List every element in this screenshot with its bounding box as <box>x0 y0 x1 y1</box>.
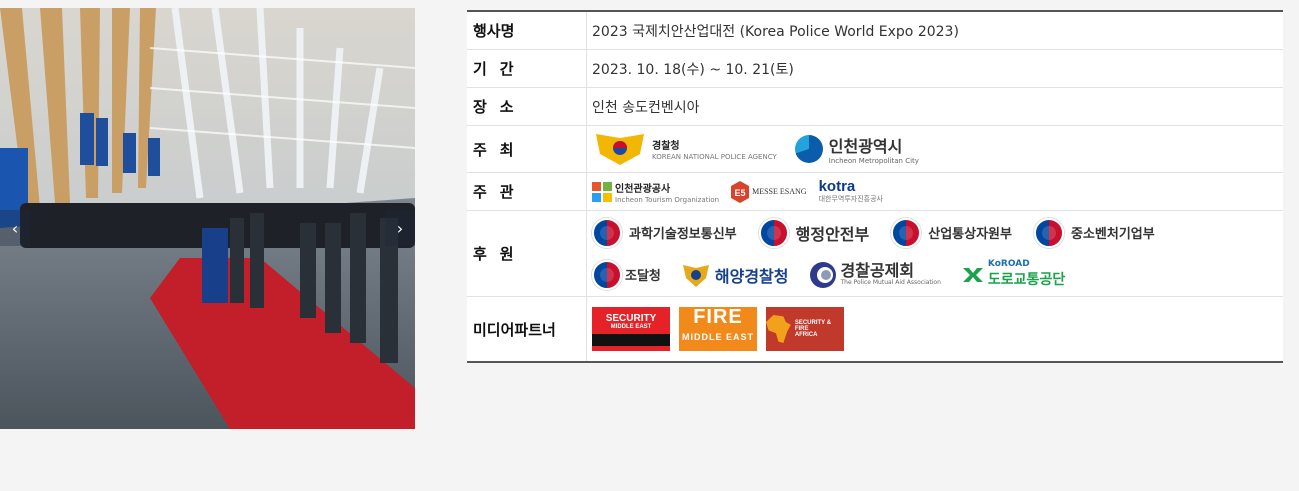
label-sponsor: 후원 <box>467 211 587 296</box>
ito-mark-icon <box>592 181 612 202</box>
chevron-left-icon: ‹ <box>11 218 19 238</box>
value-event-name: 2023 국제치안산업대전 (Korea Police World Expo 2… <box>592 23 959 40</box>
row-venue: 장소 인천 송도컨벤시아 <box>467 88 1283 126</box>
security-me-sub: MIDDLE EAST <box>610 323 652 330</box>
fire-me-sub: MIDDLE EAST <box>681 332 754 342</box>
police-name: 경찰청 <box>652 141 680 152</box>
kotra-sub: 대한무역투자진흥공사 <box>818 194 883 203</box>
row-host: 주최 경찰청 KOREAN NATIONAL POLICE AGENCY 인천광… <box>467 126 1283 173</box>
host-logos: 경찰청 KOREAN NATIONAL POLICE AGENCY 인천광역시 … <box>587 126 1283 172</box>
police-badge-icon <box>596 134 644 165</box>
government-emblem-icon <box>1033 217 1064 248</box>
ito-name: 인천관광공사 <box>615 183 671 195</box>
motie-name: 산업통상자원부 <box>928 227 1012 242</box>
kotra-logo: kotra 대한무역투자진흥공사 <box>818 177 883 204</box>
koroad-logo: KoROAD 도로교통공단 <box>961 260 1065 289</box>
pma-sub: The Police Mutual Aid Association <box>840 279 941 286</box>
mss-name: 중소벤처기업부 <box>1070 227 1155 242</box>
pma-name: 경찰공제회 <box>840 261 915 280</box>
row-sponsor: 후원 과학기술정보통신부 행정안전부 산업통상자원부 중소벤처기업부 조달청 해… <box>467 211 1283 297</box>
organizer-logos: 인천관광공사 Incheon Tourism Organization E5 M… <box>587 173 1283 210</box>
row-event-name: 행사명 2023 국제치안산업대전 (Korea Police World Ex… <box>467 12 1283 50</box>
coast-guard-logo: 해양경찰청 <box>681 262 789 288</box>
sfa-sub: AFRICA <box>794 332 818 338</box>
msit-logo: 과학기술정보통신부 <box>592 217 737 248</box>
messe-esang-mark-icon: E5 <box>731 180 750 203</box>
africa-map-icon <box>766 315 791 343</box>
value-venue: 인천 송도컨벤시아 <box>592 99 700 116</box>
government-emblem-icon <box>592 217 622 248</box>
kotra-name: kotra <box>818 177 856 195</box>
mss-logo: 중소벤처기업부 <box>1033 217 1155 248</box>
pma-logo: 경찰공제회 The Police Mutual Aid Association <box>809 261 941 289</box>
security-me-title: SECURITY <box>605 312 657 324</box>
ito-logo: 인천관광공사 Incheon Tourism Organization <box>592 180 719 204</box>
slider-prev-button[interactable]: ‹ <box>0 210 30 246</box>
label-venue: 장소 <box>467 88 587 125</box>
fire-middle-east-logo: FIRE MIDDLE EAST <box>679 307 757 351</box>
event-info-table: 행사명 2023 국제치안산업대전 (Korea Police World Ex… <box>467 10 1283 363</box>
incheon-mark-icon <box>794 135 823 163</box>
pps-logo: 조달청 <box>592 259 661 290</box>
incheon-sub: Incheon Metropolitan City <box>828 157 919 165</box>
government-emblem-icon <box>758 217 789 248</box>
government-emblem-icon <box>891 217 922 248</box>
messe-esang-name: MESSE ESANG <box>752 187 807 196</box>
chevron-right-icon: › <box>396 218 404 238</box>
security-middle-east-logo: SECURITY MIDDLE EAST <box>592 307 670 351</box>
ito-sub: Incheon Tourism Organization <box>615 195 720 204</box>
incheon-name: 인천광역시 <box>828 137 903 156</box>
koroad-mark-icon <box>962 267 983 282</box>
msit-name: 과학기술정보통신부 <box>629 227 737 242</box>
label-host: 주최 <box>467 126 587 172</box>
sfa-title: SECURITY & FIRE <box>794 320 832 332</box>
event-photo: ‹ › <box>0 8 415 429</box>
coast-guard-badge-icon <box>682 264 709 287</box>
slider-next-button[interactable]: › <box>385 210 415 246</box>
pma-mark-icon <box>809 261 836 288</box>
svg-text:E5: E5 <box>735 188 746 198</box>
label-event-name: 행사명 <box>467 12 587 49</box>
event-photo-illustration <box>0 8 415 429</box>
label-period: 기간 <box>467 50 587 87</box>
police-logo: 경찰청 KOREAN NATIONAL POLICE AGENCY <box>592 132 777 166</box>
fire-me-title: FIRE <box>693 306 743 328</box>
label-organizer: 주관 <box>467 173 587 210</box>
sponsor-logos-row1: 과학기술정보통신부 행정안전부 산업통상자원부 중소벤처기업부 <box>592 217 1173 248</box>
security-me-bar <box>592 333 670 346</box>
government-emblem-icon <box>592 259 622 290</box>
row-organizer: 주관 인천관광공사 Incheon Tourism Organization E… <box>467 173 1283 211</box>
sponsor-logos-row2: 조달청 해양경찰청 경찰공제회 The Police Mutual Aid As… <box>592 259 1083 290</box>
sponsor-logos: 과학기술정보통신부 행정안전부 산업통상자원부 중소벤처기업부 조달청 해양경찰… <box>587 211 1283 296</box>
row-period: 기간 2023. 10. 18(수) ~ 10. 21(토) <box>467 50 1283 88</box>
coast-guard-name: 해양경찰청 <box>714 266 789 286</box>
motie-logo: 산업통상자원부 <box>891 217 1012 248</box>
police-sub: KOREAN NATIONAL POLICE AGENCY <box>652 153 777 161</box>
koroad-top: KoROAD <box>987 259 1030 269</box>
media-partner-logos: SECURITY MIDDLE EAST FIRE MIDDLE EAST SE… <box>587 297 1283 361</box>
mois-logo: 행정안전부 <box>758 217 870 248</box>
label-media-partner: 미디어파트너 <box>467 297 587 361</box>
row-media-partner: 미디어파트너 SECURITY MIDDLE EAST FIRE MIDDLE … <box>467 297 1283 361</box>
pps-name: 조달청 <box>625 269 661 284</box>
mois-name: 행정안전부 <box>795 224 870 244</box>
incheon-logo: 인천광역시 Incheon Metropolitan City <box>794 133 919 165</box>
messe-esang-logo: E5 MESSE ESANG <box>731 180 807 203</box>
security-fire-africa-logo: SECURITY & FIRE AFRICA <box>766 307 844 351</box>
koroad-name: 도로교통공단 <box>987 272 1066 288</box>
value-period: 2023. 10. 18(수) ~ 10. 21(토) <box>592 61 794 78</box>
